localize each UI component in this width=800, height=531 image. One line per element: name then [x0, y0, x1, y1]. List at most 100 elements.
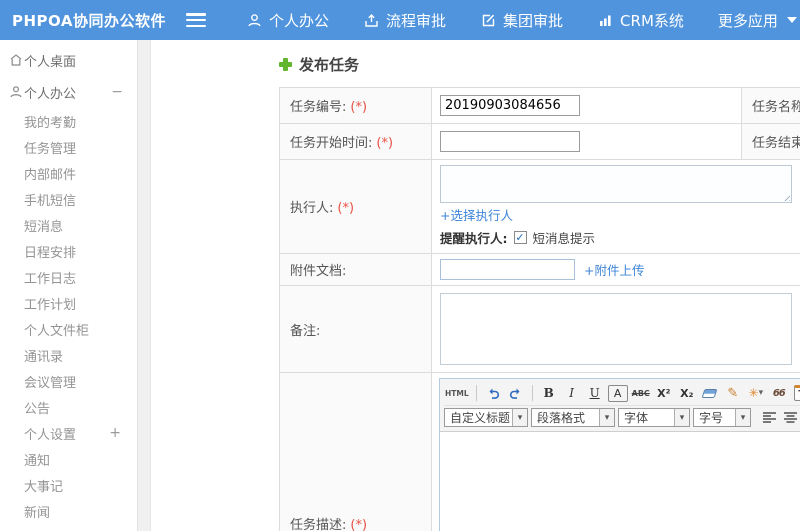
undo-icon[interactable]: [483, 383, 503, 403]
nav-label: 集团审批: [503, 11, 564, 30]
remark-textarea[interactable]: [440, 293, 792, 365]
heading-select[interactable]: 自定义标题 ▾: [444, 408, 528, 427]
underline-button[interactable]: U: [585, 383, 605, 403]
align-left-icon[interactable]: [762, 411, 777, 424]
flow-approval-icon: [363, 12, 379, 28]
blockquote-button[interactable]: 66: [769, 383, 789, 403]
eraser-icon[interactable]: [700, 383, 720, 403]
top-header: PHPOA协同办公软件 个人办公 流程审批 集团审批 CRM系统 更多应用: [0, 0, 800, 40]
sidebar-item-big-events[interactable]: 大事记: [0, 472, 137, 498]
bold-button[interactable]: B: [539, 383, 559, 403]
task-number-input[interactable]: [440, 95, 580, 116]
sidebar-item-my-attendance[interactable]: 我的考勤: [0, 108, 137, 134]
menu-toggle-icon[interactable]: [186, 13, 206, 27]
nav-label: CRM系统: [620, 11, 684, 30]
alignment-group: [762, 411, 800, 424]
format-brush-icon[interactable]: ✎: [723, 383, 743, 403]
plus-icon: [279, 58, 292, 71]
task-number-label-cell: 任务编号: (*): [279, 87, 432, 124]
select-executor-link[interactable]: +选择执行人: [440, 208, 513, 223]
end-time-label-cell: 任务结束时间:(*): [741, 123, 800, 160]
sidebar-item-personal-settings[interactable]: 个人设置 +: [0, 420, 137, 446]
executor-textarea[interactable]: [440, 165, 792, 203]
nav-more-apps[interactable]: 更多应用: [718, 10, 797, 31]
publish-task-form: 任务编号:(*) 任务名称:(*) 任务开始时间:(*) 任务结束时间:(*): [279, 87, 800, 531]
remark-label-cell: 备注:: [279, 285, 432, 373]
required-mark: (*): [350, 100, 368, 115]
subscript-button[interactable]: X₂: [677, 383, 697, 403]
nav-flow-approval[interactable]: 流程审批: [363, 10, 446, 31]
paste-icon[interactable]: T: [792, 383, 800, 403]
user-icon: [246, 12, 262, 28]
nav-label: 流程审批: [386, 11, 447, 30]
caret-down-icon: ▾: [599, 409, 614, 426]
sidebar-item-meeting-management[interactable]: 会议管理: [0, 368, 137, 394]
sidebar-item-short-message[interactable]: 短消息: [0, 212, 137, 238]
attachment-upload-link[interactable]: +附件上传: [584, 260, 644, 279]
app-logo: PHPOA协同办公软件: [12, 11, 166, 30]
expand-plus-toggle[interactable]: +: [109, 425, 137, 441]
sidebar-item-announcement[interactable]: 公告: [0, 394, 137, 420]
user-icon: [9, 85, 23, 99]
sidebar-gutter: [138, 40, 151, 531]
caret-down-icon: ▾: [735, 409, 750, 426]
task-name-label-cell: 任务名称:(*): [741, 87, 800, 124]
main-content: 发布任务 任务编号:(*) 任务名称:(*) 任务开始时间:(*): [151, 40, 800, 531]
collapse-minus-toggle[interactable]: −: [111, 84, 137, 100]
italic-button[interactable]: I: [562, 383, 582, 403]
caret-down-icon: ▾: [512, 409, 527, 426]
bar-chart-icon: [597, 12, 613, 28]
paragraph-format-select[interactable]: 段落格式 ▾: [531, 408, 615, 427]
nav-label: 更多应用: [717, 11, 778, 30]
sidebar-item-label: 个人桌面: [24, 54, 77, 70]
required-mark: (*): [376, 136, 394, 151]
font-size-select[interactable]: 字号 ▾: [693, 408, 751, 427]
sidebar-item-news[interactable]: 新闻: [0, 498, 137, 524]
sidebar-item-personal-files[interactable]: 个人文件柜: [0, 316, 137, 342]
font-family-select[interactable]: 字体 ▾: [618, 408, 690, 427]
redo-icon[interactable]: [506, 383, 526, 403]
align-center-icon[interactable]: [783, 411, 798, 424]
sidebar-item-contacts[interactable]: 通讯录: [0, 342, 137, 368]
sidebar-item-schedule[interactable]: 日程安排: [0, 238, 137, 264]
sidebar-item-notice[interactable]: 通知: [0, 446, 137, 472]
page-title: 发布任务: [299, 56, 360, 74]
nav-label: 个人办公: [269, 11, 330, 30]
sidebar-item-personal-office[interactable]: 个人办公 −: [0, 76, 137, 108]
sidebar-item-personal-desktop[interactable]: 个人桌面: [0, 44, 137, 76]
quick-format-icon[interactable]: ✳ ▾: [746, 383, 766, 403]
rich-text-editor: HTML B I U A ABC X² X₂ ✎ ✳ ▾ 66 自定义标题 ▾ …: [439, 378, 800, 531]
attachment-label-cell: 附件文档:: [279, 253, 432, 286]
sidebar-item-work-plan[interactable]: 工作计划: [0, 290, 137, 316]
sms-remind-checkbox-label: 短消息提示: [532, 231, 596, 246]
sidebar-item-mobile-sms[interactable]: 手机短信: [0, 186, 137, 212]
toolbar-separator: [475, 385, 477, 401]
required-mark: (*): [350, 517, 368, 531]
sidebar-item-label: 个人办公: [24, 86, 77, 102]
attachment-input[interactable]: [440, 259, 575, 280]
executor-label-cell: 执行人: (*): [279, 159, 432, 254]
toolbar-separator: [531, 385, 533, 401]
sidebar-item-internal-mail[interactable]: 内部邮件: [0, 160, 137, 186]
group-approval-icon: [480, 12, 496, 28]
home-icon: [9, 53, 23, 67]
html-source-button[interactable]: HTML: [444, 383, 470, 403]
editor-content-area[interactable]: [440, 432, 800, 531]
sidebar-item-task-management[interactable]: 任务管理: [0, 134, 137, 160]
caret-down-icon: ▾: [674, 409, 689, 426]
sms-remind-checkbox[interactable]: ✓: [513, 231, 527, 244]
nav-group-approval[interactable]: 集团审批: [480, 10, 563, 31]
strikethrough-button[interactable]: ABC: [631, 383, 651, 403]
start-time-label-cell: 任务开始时间: (*): [279, 123, 432, 160]
resize-handle[interactable]: [782, 193, 790, 201]
sidebar: 个人桌面 个人办公 − 我的考勤 任务管理 内部邮件 手机短信 短消息 日程安排…: [0, 40, 138, 531]
nav-personal-office[interactable]: 个人办公: [246, 10, 329, 31]
nav-crm-system[interactable]: CRM系统: [597, 10, 684, 31]
top-nav: 个人办公 流程审批 集团审批 CRM系统 更多应用: [246, 10, 797, 31]
start-time-input[interactable]: [440, 131, 580, 152]
editor-toolbar: HTML B I U A ABC X² X₂ ✎ ✳ ▾ 66 自定义标题 ▾ …: [440, 379, 800, 432]
caret-down-icon: [786, 17, 797, 23]
sidebar-item-work-log[interactable]: 工作日志: [0, 264, 137, 290]
superscript-button[interactable]: X²: [654, 383, 674, 403]
font-frame-button[interactable]: A: [607, 384, 628, 402]
